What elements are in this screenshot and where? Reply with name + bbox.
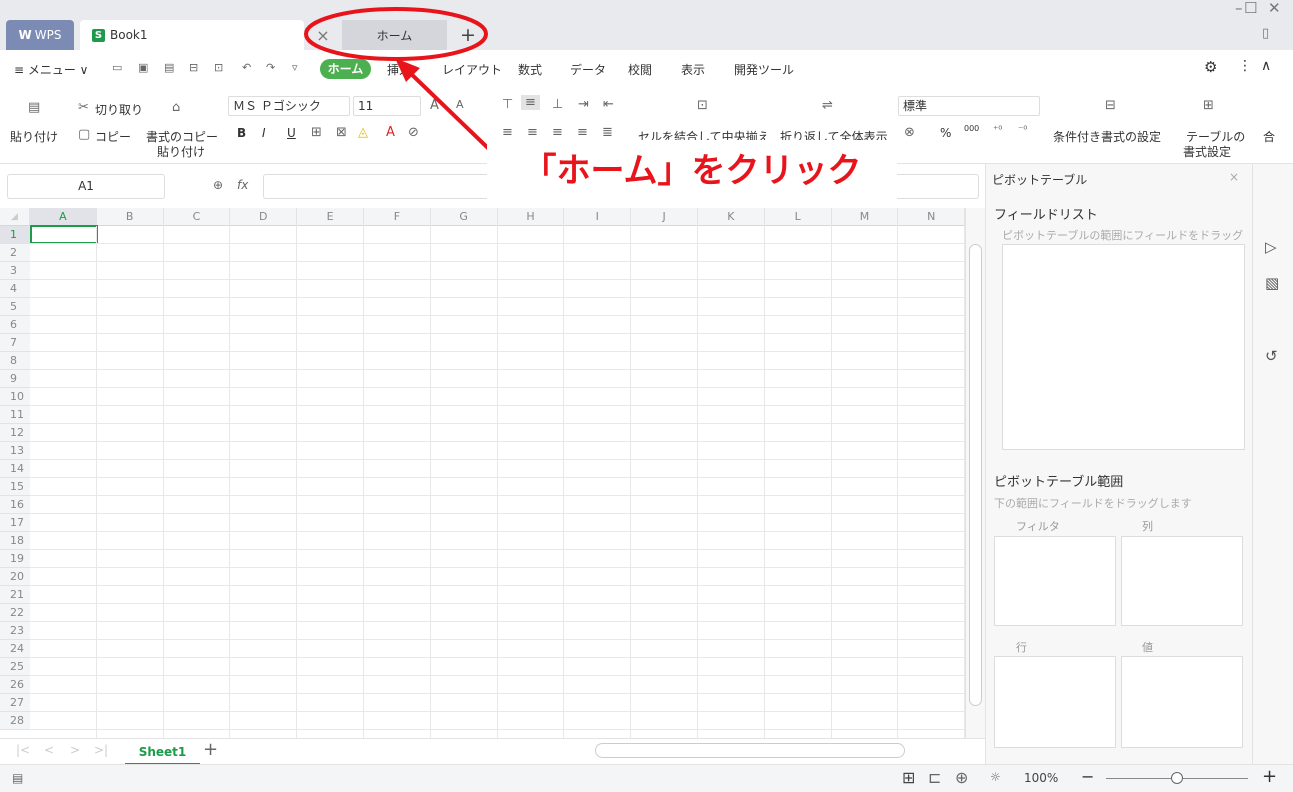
annotation-ellipse [304,7,488,61]
annotation-text: 「ホーム」をクリック [487,140,897,202]
wps-spreadsheet-window: W WPS S Book1 × ホーム + – ☐ ✕ ▯ ≡ メニュー ∨ ▭ ▣… [0,0,1293,792]
annotation-overlay [304,7,492,152]
annotation-arrow-line [403,66,492,152]
